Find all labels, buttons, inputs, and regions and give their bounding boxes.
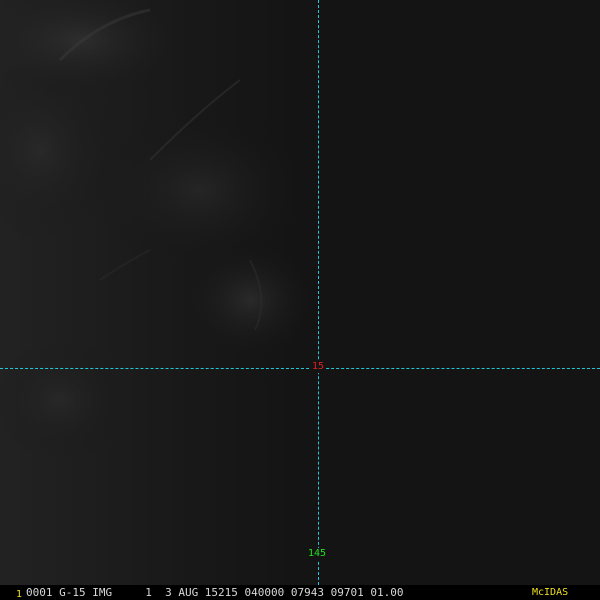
satellite-imagery	[0, 0, 600, 600]
image-header-text: 0001 G-15 IMG 1 3 AUG 15215 040000 07943…	[26, 586, 404, 599]
latitude-label: 15	[311, 361, 326, 373]
satellite-image-viewport[interactable]: 15 145 1 0001 G-15 IMG 1 3 AUG 15215 040…	[0, 0, 600, 600]
frame-number: 1	[16, 589, 23, 600]
latitude-grid-line	[0, 368, 600, 369]
mcidas-brand-label: McIDAS	[532, 587, 569, 598]
image-header-bar: 1 0001 G-15 IMG 1 3 AUG 15215 040000 079…	[0, 585, 600, 600]
longitude-label: 145	[307, 548, 328, 560]
longitude-grid-line	[318, 0, 319, 585]
